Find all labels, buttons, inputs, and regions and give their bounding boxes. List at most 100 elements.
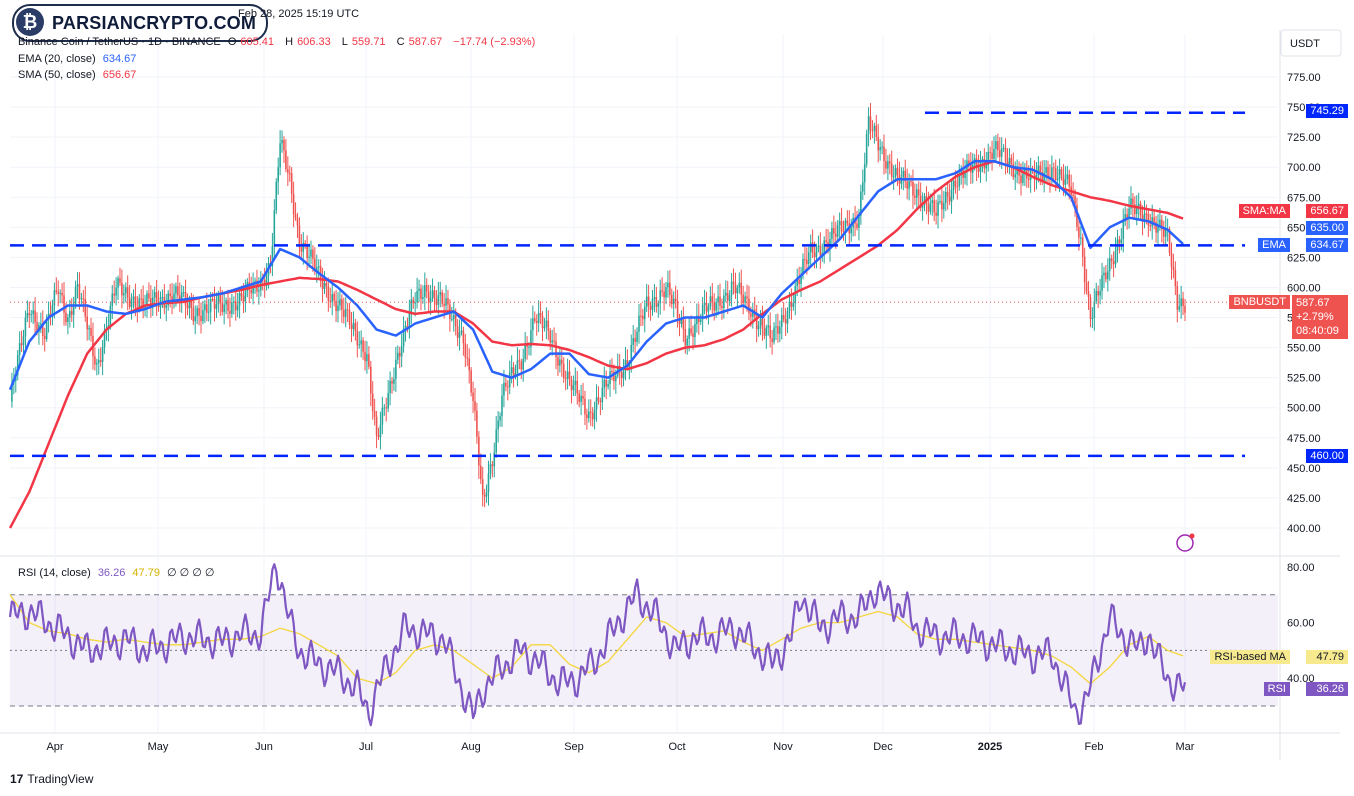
candle-body — [640, 315, 642, 317]
candle-body — [877, 137, 880, 151]
price-tick-label: 400.00 — [1287, 523, 1321, 535]
candle-body — [798, 279, 800, 284]
time-tick-label: Oct — [668, 741, 685, 753]
symbol-name[interactable]: Binance Coin / TetherUS · 1D · BINANCE — [18, 36, 221, 48]
candle-body — [451, 318, 453, 320]
rsi-legend[interactable]: RSI (14, close) 36.26 47.79 ∅ ∅ ∅ ∅ — [18, 566, 219, 579]
ema-badge-label: EMA — [1258, 238, 1290, 252]
candle-body — [757, 325, 760, 330]
candle-body — [350, 324, 353, 329]
candle-body — [209, 299, 212, 312]
candle-body — [481, 479, 484, 495]
candle-body — [146, 293, 148, 305]
candle-body — [1176, 285, 1179, 310]
currency-label[interactable]: USDT — [1290, 38, 1320, 50]
candle-body — [18, 343, 21, 355]
candle-body — [505, 382, 507, 387]
candle-body — [65, 312, 67, 323]
candle-body — [86, 316, 88, 330]
candle-body — [726, 292, 729, 301]
candle-body — [1139, 203, 1142, 216]
time-tick-label: Apr — [46, 741, 63, 753]
candle-body — [564, 377, 567, 379]
price-tick-label: 600.00 — [1287, 282, 1321, 294]
candle-body — [1162, 229, 1165, 237]
candle-body — [642, 315, 644, 320]
candle-body — [867, 116, 870, 135]
candle-body — [902, 170, 905, 177]
ema-legend[interactable]: EMA (20, close) 634.67 — [18, 53, 140, 65]
candle-body — [765, 327, 768, 336]
candle-body — [601, 387, 604, 403]
candle-body — [275, 181, 278, 211]
candle-body — [861, 182, 864, 192]
time-tick-label: Jun — [255, 741, 273, 753]
candle-body — [686, 338, 689, 346]
candle-body — [250, 289, 252, 294]
candle-body — [329, 300, 332, 302]
candle-body — [487, 473, 490, 493]
rsi-ma-badge-value: 47.79 — [1306, 650, 1348, 664]
candle-body — [200, 315, 202, 322]
candle-body — [117, 278, 119, 288]
candle-body — [371, 393, 374, 412]
candle-body — [740, 282, 743, 295]
candle-body — [169, 293, 171, 297]
candle-body — [1178, 306, 1181, 310]
candle-body — [1172, 266, 1175, 270]
symbol-legend[interactable]: Binance Coin / TetherUS · 1D · BINANCE O… — [18, 36, 539, 48]
candle-body — [76, 284, 79, 287]
candle-body — [813, 252, 816, 258]
last-price-value: 587.67 — [1296, 297, 1330, 309]
candle-body — [1064, 179, 1067, 185]
candle-body — [944, 191, 947, 204]
candle-body — [119, 278, 121, 283]
candle-body — [929, 202, 932, 212]
candle-body — [632, 338, 634, 345]
candle-body — [1010, 157, 1013, 164]
candle-body — [782, 315, 785, 320]
candle-body — [728, 295, 731, 301]
candle-body — [597, 397, 600, 401]
candle-body — [1078, 227, 1080, 238]
rsi-legend-extra: ∅ ∅ ∅ ∅ — [167, 567, 215, 579]
time-tick-label: Mar — [1176, 741, 1195, 753]
candle-body — [360, 340, 362, 345]
candle-body — [1174, 269, 1177, 286]
candle-body — [439, 292, 442, 296]
candle-body — [645, 296, 648, 307]
candle-body — [721, 305, 723, 309]
ohlc-close: C 587.67 — [396, 36, 443, 48]
sma-legend[interactable]: SMA (50, close) 656.67 — [18, 69, 140, 81]
candle-body — [615, 375, 617, 382]
candle-body — [194, 316, 197, 322]
candle-body — [337, 305, 339, 312]
price-tick-label: 700.00 — [1287, 162, 1321, 174]
candle-body — [333, 294, 335, 301]
rsi-legend-value: 36.26 — [97, 567, 126, 579]
candle-body — [395, 359, 397, 379]
ohlc-change: −17.74 (−2.93%) — [453, 36, 536, 48]
price-chart[interactable]: 775.00750.00725.00700.00675.00650.00625.… — [0, 0, 1354, 796]
candle-body — [553, 340, 555, 342]
candle-body — [1060, 169, 1063, 175]
candle-body — [366, 354, 368, 362]
candle-body — [1157, 226, 1159, 233]
candle-body — [593, 409, 596, 420]
candle-body — [916, 189, 918, 198]
candle-body — [88, 327, 90, 330]
candle-body — [369, 366, 372, 394]
candle-body — [574, 380, 577, 385]
candle-body — [1066, 174, 1069, 180]
candle-body — [584, 398, 586, 415]
candle-body — [115, 287, 117, 296]
candle-body — [881, 146, 883, 148]
tradingview-brand[interactable]: 17 TradingView — [10, 772, 93, 786]
candle-body — [113, 293, 115, 296]
candle-body — [788, 301, 791, 312]
candle-body — [94, 356, 96, 365]
candle-body — [20, 343, 23, 346]
candle-body — [985, 165, 988, 169]
candle-body — [213, 299, 216, 309]
candle-body — [479, 465, 482, 480]
